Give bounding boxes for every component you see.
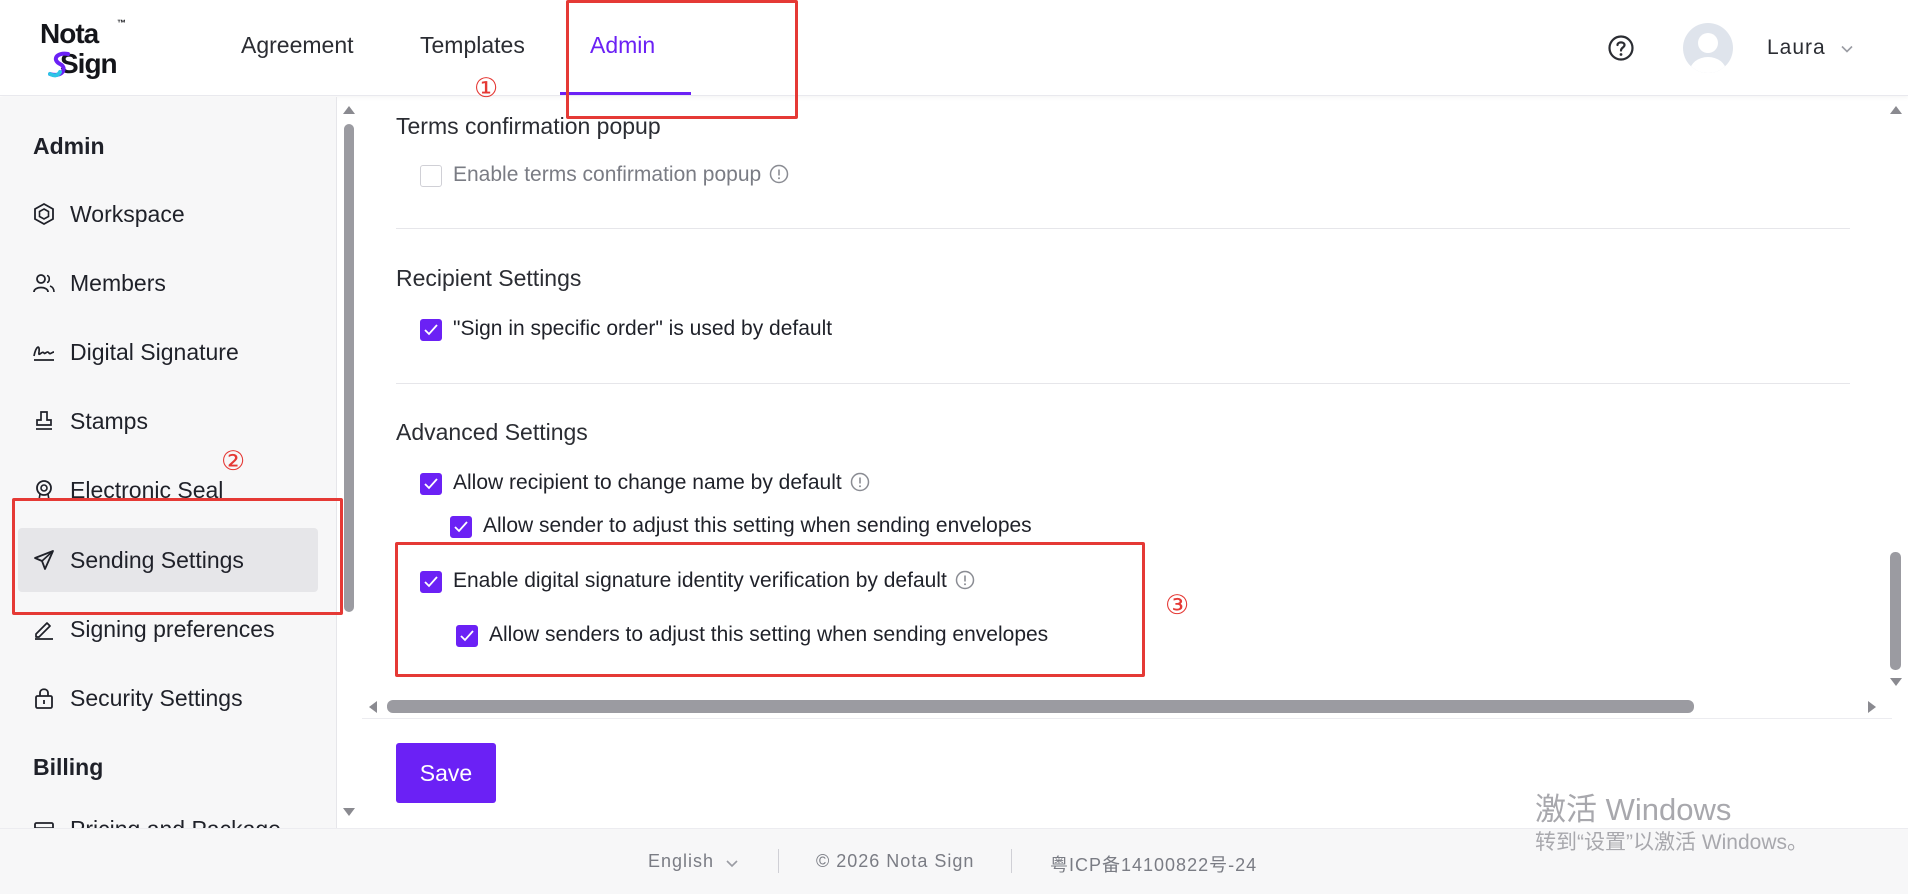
terms-popup-checkbox[interactable] — [420, 165, 442, 187]
user-name[interactable]: Laura — [1767, 36, 1826, 60]
sidebar-item-security-settings[interactable]: Security Settings — [18, 666, 318, 730]
chevron-down-icon[interactable] — [725, 858, 739, 870]
chevron-down-icon[interactable] — [1840, 42, 1854, 56]
sender-adjust-label: Allow sender to adjust this setting when… — [483, 514, 1032, 537]
language-selector[interactable]: English — [648, 851, 714, 872]
sidebar-item-workspace[interactable]: Workspace — [18, 182, 318, 246]
sign-in-order-checkbox[interactable] — [420, 319, 442, 341]
footer-separator — [778, 849, 779, 873]
check-icon — [454, 521, 468, 533]
sidebar-item-label: Pricing and Package — [70, 816, 281, 828]
main-scrollbar-thumb[interactable] — [1890, 552, 1901, 670]
advanced-section-title: Advanced Settings — [396, 419, 588, 445]
terms-popup-label: Enable terms confirmation popup — [453, 163, 762, 186]
check-icon — [424, 478, 438, 490]
save-button[interactable]: Save — [396, 743, 496, 803]
nav-templates[interactable]: Templates — [420, 32, 525, 59]
lock-icon — [35, 688, 53, 709]
admin-sidebar: Admin Workspace Members Digital Signatur… — [0, 97, 337, 828]
top-header: Nota ™ Sign Agreement Templates Admin La… — [0, 0, 1908, 96]
windows-activation-hint: 转到“设置”以激活 Windows。 — [1535, 831, 1809, 854]
sender-adjust-checkbox[interactable] — [450, 516, 472, 538]
recipient-section-title: Recipient Settings — [396, 265, 582, 291]
copyright-text: © 2026 Nota Sign — [816, 851, 975, 871]
logo-swoosh-icon — [48, 51, 70, 78]
sidebar-item-label: Signing preferences — [70, 616, 275, 642]
pen-icon — [35, 622, 53, 640]
main-scroll-up-arrow[interactable] — [1890, 106, 1902, 114]
sidebar-scrollbar-thumb[interactable] — [344, 124, 354, 612]
info-icon[interactable] — [850, 472, 870, 492]
annotation-box-sending-settings — [12, 498, 343, 615]
horizontal-scroll-left-arrow[interactable] — [369, 701, 377, 713]
sidebar-scroll-up-arrow[interactable] — [343, 106, 355, 114]
workspace-icon — [34, 202, 54, 226]
annotation-box-identity-verification — [395, 542, 1145, 677]
main-scroll-down-arrow[interactable] — [1890, 678, 1902, 686]
footer-separator — [1011, 849, 1012, 873]
annotation-box-admin-tab — [566, 0, 798, 119]
annotation-number-1: ① — [474, 73, 499, 104]
nav-agreement[interactable]: Agreement — [241, 32, 354, 59]
sidebar-item-label: Digital Signature — [70, 339, 239, 365]
sidebar-item-label: Security Settings — [70, 685, 243, 711]
section-divider — [396, 383, 1850, 384]
nota-sign-logo[interactable]: Nota ™ Sign — [38, 16, 138, 80]
windows-activation-title: 激活 Windows — [1535, 792, 1732, 827]
annotation-number-2: ② — [221, 446, 246, 477]
change-name-checkbox[interactable] — [420, 473, 442, 495]
horizontal-scrollbar-thumb[interactable] — [387, 700, 1694, 713]
sidebar-item-label: Workspace — [70, 201, 185, 227]
stamp-icon — [36, 411, 52, 430]
check-icon — [424, 324, 438, 336]
annotation-number-3: ③ — [1165, 590, 1190, 621]
members-icon — [33, 274, 55, 293]
sidebar-item-stamps[interactable]: Stamps — [18, 389, 318, 453]
user-avatar[interactable] — [1683, 23, 1733, 73]
sidebar-item-digital-signature[interactable]: Digital Signature — [18, 320, 318, 384]
sign-in-order-label: "Sign in specific order" is used by defa… — [453, 317, 833, 340]
sidebar-item-label: Members — [70, 270, 166, 296]
help-icon[interactable] — [1607, 34, 1635, 62]
sidebar-item-members[interactable]: Members — [18, 251, 318, 315]
signature-icon — [33, 346, 55, 361]
sidebar-item-pricing-and-package[interactable]: Pricing and Package — [18, 797, 318, 828]
change-name-label: Allow recipient to change name by defaul… — [453, 471, 842, 494]
sidebar-heading-admin: Admin — [33, 133, 105, 159]
logo-trademark: ™ — [117, 18, 126, 28]
avatar-person-icon — [1690, 33, 1726, 73]
section-divider — [396, 228, 1850, 229]
info-icon[interactable] — [769, 164, 789, 184]
action-bar-divider — [362, 718, 1892, 719]
icp-license-link[interactable]: 粤ICP备14100822号-24 — [1050, 851, 1257, 877]
sidebar-scroll-down-arrow[interactable] — [343, 808, 355, 816]
sidebar-item-label: Stamps — [70, 408, 148, 434]
package-icon — [34, 822, 54, 828]
sidebar-heading-billing: Billing — [33, 754, 104, 780]
logo-text-top: Nota — [40, 18, 99, 49]
horizontal-scroll-right-arrow[interactable] — [1868, 701, 1876, 713]
